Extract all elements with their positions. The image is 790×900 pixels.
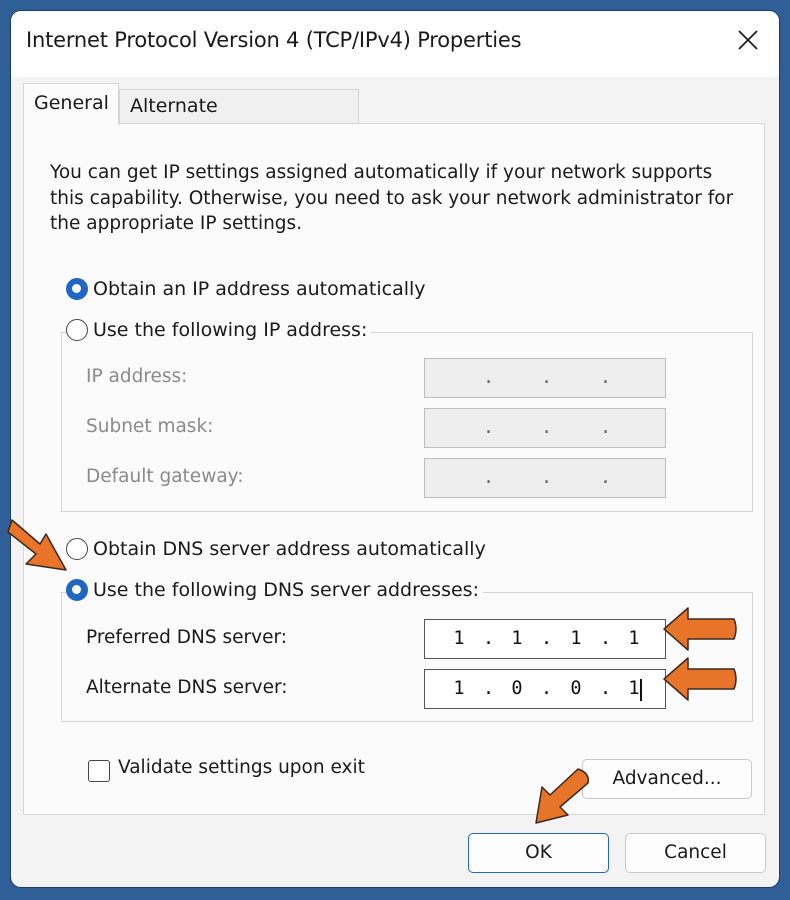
octet-separator: . bbox=[483, 367, 495, 388]
tab-alternate-configuration[interactable]: Alternate Configuration bbox=[119, 89, 359, 150]
octet: 1 bbox=[511, 628, 523, 649]
window-title: Internet Protocol Version 4 (TCP/IPv4) P… bbox=[26, 28, 522, 52]
default-gateway-field[interactable]: . . . bbox=[424, 458, 666, 498]
description-text: You can get IP settings assigned automat… bbox=[50, 162, 734, 234]
octet-separator: . bbox=[600, 678, 612, 699]
subnet-mask-label: Subnet mask: bbox=[86, 416, 214, 437]
octet-separator: . bbox=[483, 628, 495, 649]
alternate-dns-label: Alternate DNS server: bbox=[86, 677, 288, 698]
octet-separator: . bbox=[483, 678, 495, 699]
octet-separator: . bbox=[600, 367, 612, 388]
octet: 1 bbox=[628, 678, 640, 699]
octet-separator: . bbox=[541, 678, 553, 699]
radio-label: Use the following IP address: bbox=[93, 319, 368, 341]
validate-checkbox[interactable] bbox=[88, 760, 110, 782]
octet-separator: . bbox=[600, 628, 612, 649]
octet: 1 bbox=[453, 628, 465, 649]
advanced-button[interactable]: Advanced... bbox=[582, 759, 752, 799]
annotation-arrow-icon bbox=[663, 607, 737, 651]
octet-separator: . bbox=[541, 367, 553, 388]
tab-general[interactable]: General bbox=[23, 83, 119, 125]
radio-selected-icon bbox=[66, 579, 88, 601]
octet: 0 bbox=[570, 678, 582, 699]
preferred-dns-label: Preferred DNS server: bbox=[86, 627, 287, 648]
radio-use-following-ip[interactable]: Use the following IP address: bbox=[66, 319, 372, 341]
annotation-arrow-icon bbox=[7, 519, 67, 571]
octet-separator: . bbox=[541, 417, 553, 438]
general-panel: You can get IP settings assigned automat… bbox=[23, 123, 765, 815]
octet-separator: . bbox=[600, 467, 612, 488]
radio-use-following-dns[interactable]: Use the following DNS server addresses: bbox=[66, 579, 483, 601]
radio-unselected-icon bbox=[66, 319, 88, 341]
close-icon[interactable] bbox=[735, 25, 761, 55]
octet: 1 bbox=[628, 628, 640, 649]
ok-button[interactable]: OK bbox=[468, 833, 609, 873]
alternate-dns-field[interactable]: 1 . 0 . 0 . 1 bbox=[424, 669, 666, 709]
cancel-button[interactable]: Cancel bbox=[625, 833, 766, 873]
annotation-arrow-icon bbox=[663, 657, 737, 701]
default-gateway-label: Default gateway: bbox=[86, 466, 244, 487]
ip-address-field[interactable]: . . . bbox=[424, 358, 666, 398]
dialog-window: Internet Protocol Version 4 (TCP/IPv4) P… bbox=[11, 11, 779, 887]
radio-label: Obtain an IP address automatically bbox=[93, 278, 426, 300]
title-bar: Internet Protocol Version 4 (TCP/IPv4) P… bbox=[11, 11, 779, 77]
annotation-arrow-icon bbox=[535, 768, 590, 824]
octet-separator: . bbox=[483, 467, 495, 488]
preferred-dns-field[interactable]: 1 . 1 . 1 . 1 bbox=[424, 619, 666, 659]
octet-separator: . bbox=[600, 417, 612, 438]
octet: 1 bbox=[453, 678, 465, 699]
ip-address-label: IP address: bbox=[86, 366, 188, 387]
octet: 1 bbox=[570, 628, 582, 649]
radio-obtain-ip-auto[interactable]: Obtain an IP address automatically bbox=[66, 278, 430, 300]
validate-label: Validate settings upon exit bbox=[118, 757, 365, 778]
octet-separator: . bbox=[541, 467, 553, 488]
radio-selected-icon bbox=[66, 278, 88, 300]
subnet-mask-field[interactable]: . . . bbox=[424, 408, 666, 448]
radio-obtain-dns-auto[interactable]: Obtain DNS server address automatically bbox=[66, 538, 490, 560]
text-caret bbox=[640, 679, 642, 701]
radio-label: Use the following DNS server addresses: bbox=[93, 579, 479, 601]
octet-separator: . bbox=[483, 417, 495, 438]
radio-label: Obtain DNS server address automatically bbox=[93, 538, 486, 560]
octet: 0 bbox=[511, 678, 523, 699]
octet-separator: . bbox=[541, 628, 553, 649]
